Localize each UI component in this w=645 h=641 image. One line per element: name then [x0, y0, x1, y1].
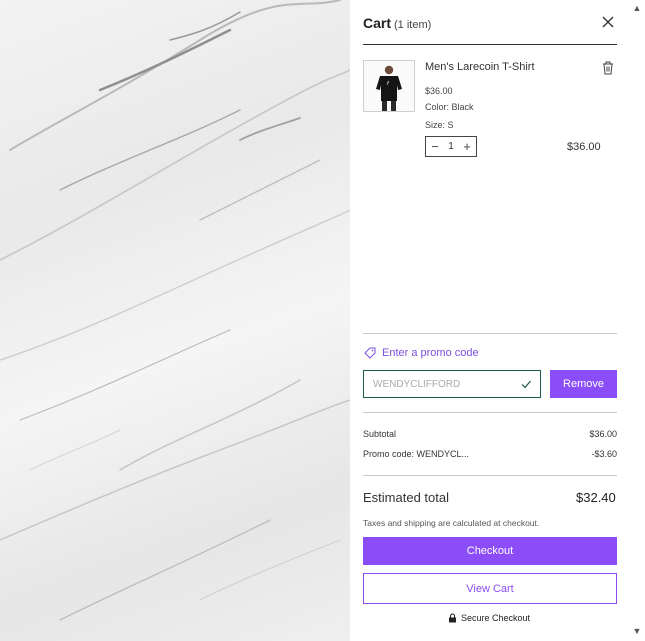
tshirt-model-image — [364, 61, 414, 111]
view-cart-button[interactable]: View Cart — [363, 573, 617, 604]
checkout-button[interactable]: Checkout — [363, 537, 617, 565]
promo-code-input[interactable]: WENDYCLIFFORD — [363, 370, 541, 398]
promo-divider — [363, 412, 617, 413]
product-size: Size: S — [425, 120, 454, 130]
cart-title-text: Cart — [363, 15, 392, 31]
product-color: Color: Black — [425, 102, 474, 112]
items-divider — [363, 333, 617, 334]
subtotal-row: Subtotal $36.00 — [363, 429, 617, 439]
product-price: $36.00 — [425, 86, 453, 96]
subtotal-label: Subtotal — [363, 429, 397, 439]
promo-code-value: WENDYCLIFFORD — [373, 378, 461, 390]
estimated-total-value: $32.40 — [576, 490, 616, 505]
cart-item-count: (1 item) — [394, 19, 432, 31]
scroll-up-icon[interactable]: ▲ — [632, 3, 642, 13]
marble-veins — [0, 0, 350, 621]
product-thumbnail[interactable] — [363, 60, 415, 112]
marble-background — [0, 0, 350, 641]
scrollbar[interactable] — [630, 0, 645, 641]
quantity-value[interactable]: 1 — [448, 141, 454, 152]
promo-discount-label: Promo code: WENDYCL... — [363, 449, 470, 459]
trash-icon[interactable] — [601, 60, 615, 75]
promo-discount-row: Promo code: WENDYCL... -$3.60 — [363, 449, 617, 459]
cart-title: Cart (1 item) — [363, 15, 431, 31]
product-name[interactable]: Men's Larecoin T-Shirt — [425, 61, 535, 73]
tax-note: Taxes and shipping are calculated at che… — [363, 518, 540, 528]
scroll-down-icon[interactable]: ▼ — [632, 626, 642, 636]
check-icon — [521, 380, 531, 389]
estimated-total-label: Estimated total — [363, 490, 449, 505]
tag-icon — [364, 347, 376, 359]
minus-icon[interactable]: − — [430, 140, 440, 153]
lock-icon — [449, 613, 456, 623]
subtotal-value: $36.00 — [589, 429, 617, 439]
summary-divider — [363, 475, 617, 476]
remove-promo-button[interactable]: Remove — [550, 370, 617, 398]
line-total: $36.00 — [567, 141, 601, 153]
promo-discount-value: -$3.60 — [591, 449, 617, 459]
secure-checkout: Secure Checkout — [448, 613, 530, 623]
plus-icon[interactable]: + — [462, 140, 472, 153]
promo-link-label: Enter a promo code — [382, 347, 479, 359]
promo-code-link[interactable]: Enter a promo code — [364, 347, 479, 359]
secure-checkout-label: Secure Checkout — [461, 613, 531, 623]
close-icon[interactable] — [600, 14, 616, 30]
header-divider — [363, 44, 617, 45]
quantity-stepper: − 1 + — [425, 136, 477, 157]
